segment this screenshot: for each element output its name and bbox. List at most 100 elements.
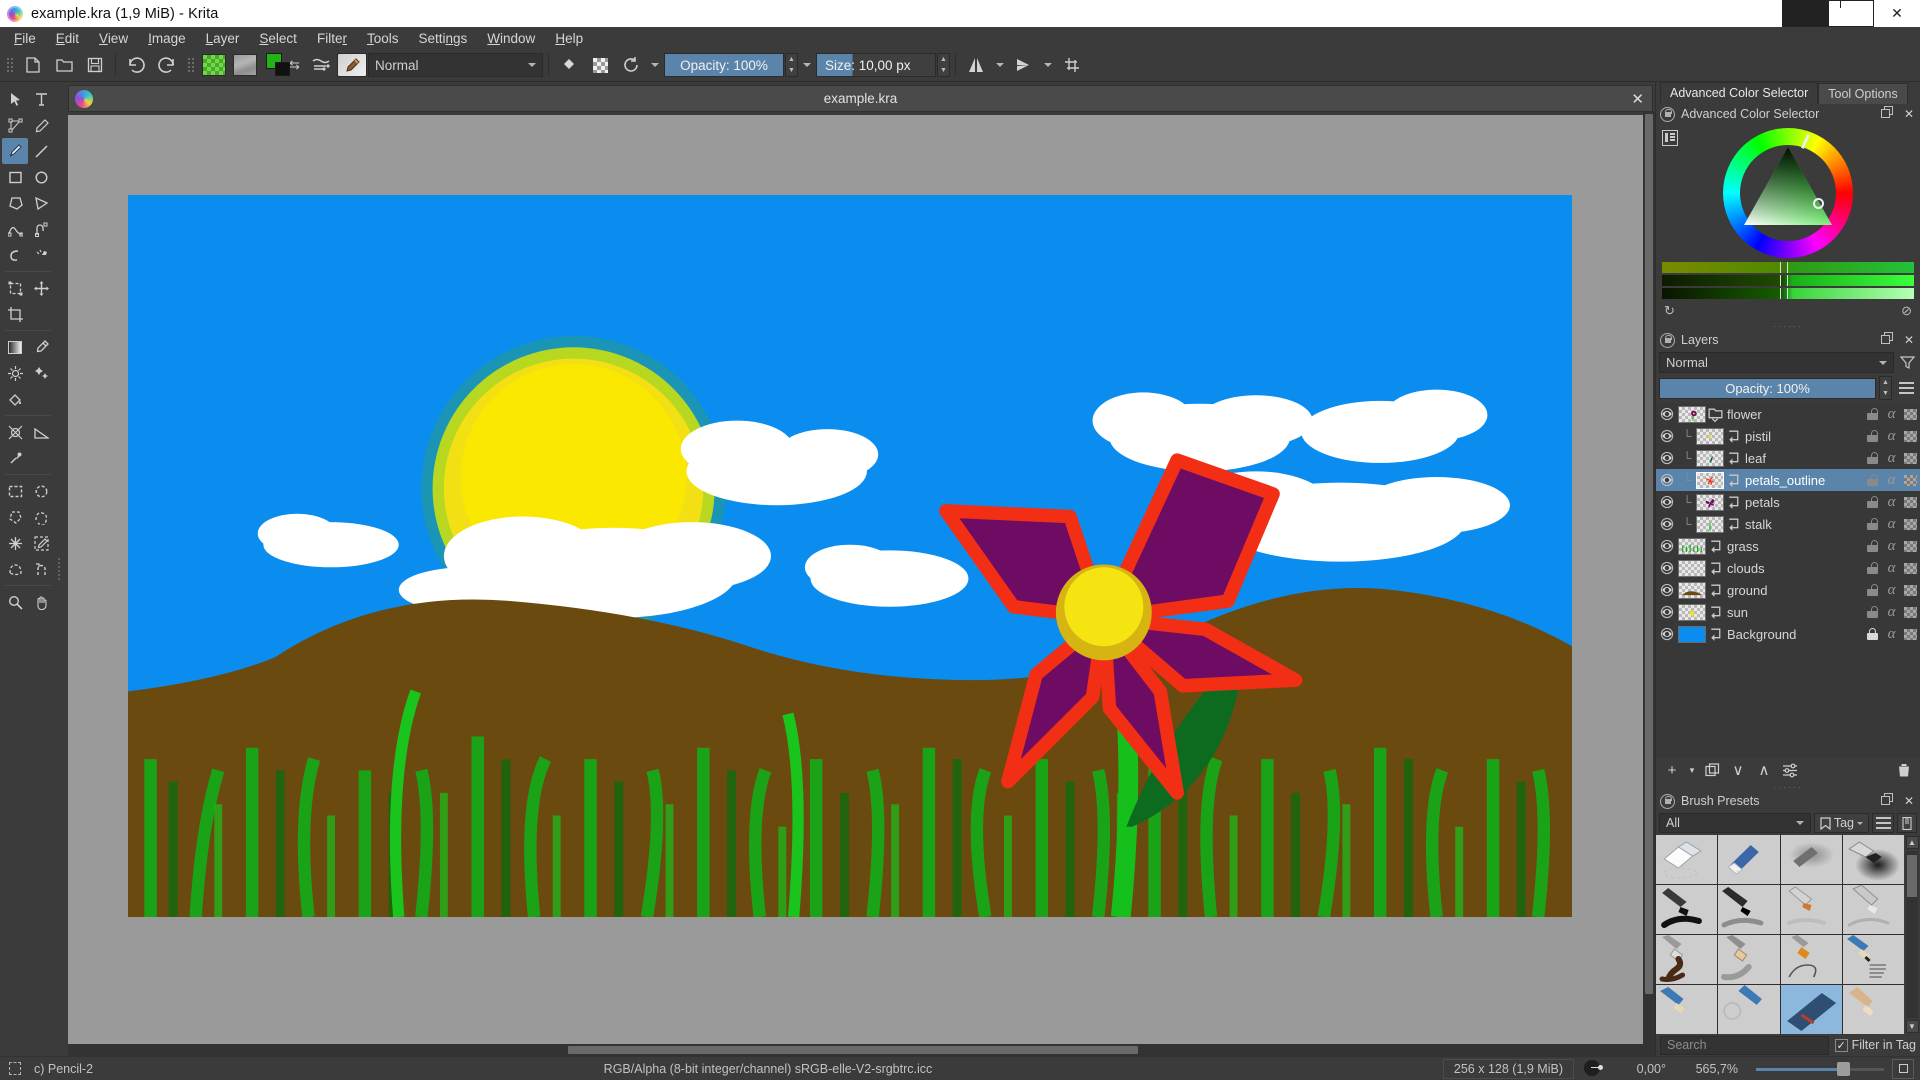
size-slider[interactable]: Size: 10,00 px xyxy=(816,53,936,77)
mirror-horizontal-icon[interactable] xyxy=(961,51,991,79)
maximize-button[interactable] xyxy=(1828,0,1874,27)
scroll-down-icon[interactable]: ▼ xyxy=(1905,1020,1919,1033)
tool-freehand-brush[interactable] xyxy=(2,138,28,164)
brush-preset-cell[interactable] xyxy=(1780,985,1842,1034)
float-layers-dock-icon[interactable] xyxy=(1879,332,1896,348)
delete-layer-icon[interactable] xyxy=(1892,759,1916,781)
tool-pan[interactable] xyxy=(28,589,54,615)
tool-gradient[interactable] xyxy=(2,334,28,360)
scrollbar-thumb[interactable] xyxy=(1645,114,1653,994)
brush-editor-icon[interactable] xyxy=(337,53,367,77)
tool-fill[interactable] xyxy=(2,386,28,412)
layer-row[interactable]: └ petals_outline α xyxy=(1656,469,1920,491)
layer-alpha-lock-icon[interactable]: α xyxy=(1882,579,1901,601)
canvas-rotation-value[interactable]: 0,00° xyxy=(1612,1062,1666,1076)
layer-opacity-slider[interactable]: Opacity: 100% xyxy=(1659,377,1876,399)
layer-alpha-channel-icon[interactable] xyxy=(1901,601,1920,623)
layer-thumbnail[interactable] xyxy=(1678,559,1706,577)
tool-line[interactable] xyxy=(28,138,54,164)
brush-preset-cell[interactable] xyxy=(1718,935,1780,984)
layer-visibility-icon[interactable] xyxy=(1656,627,1678,641)
preserve-alpha-icon[interactable] xyxy=(585,51,615,79)
layer-name[interactable]: sun xyxy=(1724,605,1863,620)
layer-row[interactable]: └ stalk α xyxy=(1656,513,1920,535)
artwork-image[interactable] xyxy=(128,195,1572,917)
tool-ellipse[interactable] xyxy=(28,164,54,190)
brush-dock-lock-icon[interactable] xyxy=(1660,793,1675,809)
layer-row[interactable]: flower α xyxy=(1656,403,1920,425)
layer-row[interactable]: └ petals α xyxy=(1656,491,1920,513)
scroll-track[interactable] xyxy=(1906,851,1918,1018)
tool-dynamic-brush[interactable] xyxy=(2,242,28,268)
filter-layers-icon[interactable] xyxy=(1897,352,1917,373)
layer-visibility-icon[interactable] xyxy=(1656,561,1678,575)
layer-alpha-lock-icon[interactable]: α xyxy=(1882,601,1901,623)
tool-rectangular-selection[interactable] xyxy=(2,478,28,504)
drawing-canvas[interactable] xyxy=(68,115,1643,1044)
layer-thumbnail[interactable] xyxy=(1696,427,1724,445)
layer-thumbnail[interactable] xyxy=(1678,537,1706,555)
canvas-horizontal-scrollbar[interactable] xyxy=(68,1044,1655,1056)
menu-help[interactable]: Help xyxy=(545,29,593,48)
layer-row[interactable]: clouds α xyxy=(1656,557,1920,579)
selection-mask-icon[interactable] xyxy=(4,1062,26,1075)
layer-lock-icon[interactable] xyxy=(1863,513,1882,535)
tool-color-picker[interactable] xyxy=(28,334,54,360)
tool-text[interactable] xyxy=(28,86,54,112)
layer-name[interactable]: flower xyxy=(1724,407,1863,422)
layer-opacity-spinner[interactable]: ▲ ▼ xyxy=(1879,376,1892,400)
layer-lock-icon[interactable] xyxy=(1863,447,1882,469)
layer-row[interactable]: sun α xyxy=(1656,601,1920,623)
menu-filter[interactable]: Filter xyxy=(307,29,357,48)
redo-icon[interactable] xyxy=(152,51,182,79)
layer-row[interactable]: ground α xyxy=(1656,579,1920,601)
layer-name[interactable]: leaf xyxy=(1742,451,1863,466)
tool-magnetic-selection[interactable] xyxy=(28,556,54,582)
close-document-icon[interactable]: ✕ xyxy=(1631,90,1644,108)
brush-presets-scrollbar[interactable]: ▲ ▼ xyxy=(1904,835,1920,1034)
toolbar-grip[interactable] xyxy=(6,54,13,76)
layer-lock-icon[interactable] xyxy=(1863,403,1882,425)
layer-visibility-icon[interactable] xyxy=(1656,429,1678,443)
color-selector-settings-icon[interactable] xyxy=(1662,130,1678,146)
brush-preset-cell[interactable] xyxy=(1842,985,1904,1034)
menu-layer[interactable]: Layer xyxy=(196,29,250,48)
layer-alpha-lock-icon[interactable]: α xyxy=(1882,557,1901,579)
layer-name[interactable]: stalk xyxy=(1742,517,1863,532)
tool-colorize-mask[interactable] xyxy=(2,360,28,386)
layer-name[interactable]: petals_outline xyxy=(1742,473,1863,488)
close-brush-dock-icon[interactable]: ✕ xyxy=(1902,794,1916,808)
tool-elliptical-selection[interactable] xyxy=(28,478,54,504)
layer-name[interactable]: pistil xyxy=(1742,429,1863,444)
minimize-button[interactable] xyxy=(1782,0,1828,27)
document-tab-label[interactable]: example.kra xyxy=(69,91,1652,106)
clear-color-icon[interactable]: ⊘ xyxy=(1901,303,1912,319)
menu-window[interactable]: Window xyxy=(477,29,545,48)
brush-presets-grid[interactable] xyxy=(1656,835,1904,1034)
layer-properties-icon[interactable] xyxy=(1778,759,1802,781)
opacity-slider[interactable]: Opacity: 100% xyxy=(664,53,784,77)
layer-lock-icon[interactable] xyxy=(1863,469,1882,491)
fit-page-icon[interactable] xyxy=(1892,1058,1914,1079)
tool-select-shapes[interactable] xyxy=(2,86,28,112)
undo-icon[interactable] xyxy=(121,51,151,79)
tag-button[interactable]: Tag xyxy=(1813,813,1869,833)
canvas-vertical-scrollbar[interactable] xyxy=(1643,112,1655,1044)
brush-preset-cell[interactable] xyxy=(1718,885,1780,934)
mirror-v-dropdown[interactable] xyxy=(1040,51,1056,79)
tool-reference-images[interactable] xyxy=(2,445,28,471)
filter-in-tag-checkbox[interactable]: ✓ Filter in Tag xyxy=(1834,1038,1916,1052)
eraser-mode-icon[interactable] xyxy=(554,51,584,79)
layer-thumbnail[interactable] xyxy=(1678,603,1706,621)
duplicate-layer-icon[interactable] xyxy=(1700,759,1724,781)
float-dock-icon[interactable] xyxy=(1879,106,1896,122)
scroll-up-icon[interactable]: ▲ xyxy=(1905,836,1919,849)
layer-alpha-channel-icon[interactable] xyxy=(1901,491,1920,513)
tool-measure[interactable] xyxy=(28,419,54,445)
tool-crop[interactable] xyxy=(2,301,28,327)
brush-preset-cell[interactable] xyxy=(1780,885,1842,934)
brush-preset-cell[interactable] xyxy=(1656,935,1718,984)
layer-row[interactable]: grass α xyxy=(1656,535,1920,557)
layer-lock-icon[interactable] xyxy=(1863,491,1882,513)
layer-alpha-lock-icon[interactable]: α xyxy=(1882,491,1901,513)
